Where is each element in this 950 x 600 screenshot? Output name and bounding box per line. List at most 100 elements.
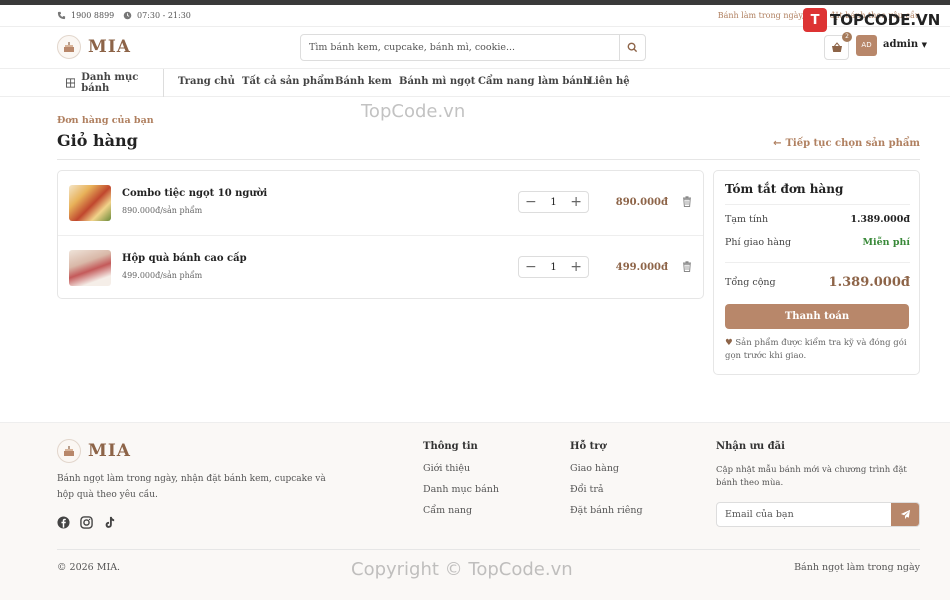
- newsletter-submit-button[interactable]: [891, 503, 919, 526]
- social-links: [57, 516, 116, 529]
- shipping-row: Phí giao hàng Miễn phí: [725, 237, 910, 248]
- summary-divider: [725, 204, 910, 205]
- search-box[interactable]: Tìm bánh kem, cupcake, bánh mì, cookie..…: [300, 34, 646, 61]
- newsletter-text: Cập nhật mẫu bánh mới và chương trình đặ…: [716, 465, 907, 488]
- paper-plane-icon: [900, 509, 910, 520]
- facebook-icon[interactable]: [57, 516, 70, 529]
- newsletter-email-input[interactable]: Email của bạn: [717, 503, 891, 526]
- copyright: © 2026 MIA.: [57, 562, 121, 573]
- decrease-quantity-button[interactable]: −: [525, 195, 537, 209]
- product-name[interactable]: Combo tiệc ngọt 10 người: [122, 188, 267, 199]
- footer-divider: [57, 549, 920, 550]
- remove-item-button[interactable]: [682, 261, 692, 275]
- newsletter-title: Nhận ưu đãi: [716, 441, 785, 452]
- footer-support-column: Hỗ trợ Giao hàng Đổi trả Đặt bánh riêng: [570, 441, 643, 525]
- nav-contact[interactable]: Liên hệ: [588, 76, 630, 87]
- quantity-value[interactable]: 1: [550, 197, 556, 208]
- continue-shopping-link[interactable]: ← Tiếp tục chọn sản phẩm: [773, 138, 920, 149]
- decrease-quantity-button[interactable]: −: [525, 260, 537, 274]
- quantity-stepper: − 1 +: [518, 256, 589, 278]
- total-label: Tổng cộng: [725, 277, 776, 288]
- search-icon: [627, 42, 638, 53]
- arrow-left-icon: ←: [773, 138, 782, 149]
- summary-title: Tóm tắt đơn hàng: [725, 182, 844, 196]
- trash-icon: [683, 261, 691, 272]
- heart-icon: ♥: [725, 338, 733, 348]
- site-header: MIA Tìm bánh kem, cupcake, bánh mì, cook…: [0, 27, 950, 69]
- breadcrumb: Đơn hàng của bạn: [57, 115, 154, 126]
- phone-info: 1900 8899: [57, 11, 114, 20]
- cart-list: Combo tiệc ngọt 10 người 890.000đ/sản ph…: [57, 170, 704, 299]
- cart-item: Hộp quà bánh cao cấp 499.000đ/sản phẩm −…: [58, 235, 703, 299]
- shipping-value: Miễn phí: [862, 237, 910, 248]
- page-title: Giỏ hàng: [57, 131, 138, 150]
- footer-tagline: Bánh ngọt làm trong ngày: [794, 562, 920, 573]
- phone-icon: [57, 11, 66, 20]
- continue-shopping-label: Tiếp tục chọn sản phẩm: [785, 138, 920, 149]
- remove-item-button[interactable]: [682, 196, 692, 210]
- nav-all-products[interactable]: Tất cả sản phẩm: [242, 76, 334, 87]
- search-button[interactable]: [619, 35, 645, 60]
- total-value: 1.389.000đ: [828, 275, 910, 290]
- cake-logo-icon: [57, 439, 81, 463]
- footer-link-delivery[interactable]: Giao hàng: [570, 462, 643, 475]
- footer-link-custom-order[interactable]: Đặt bánh riêng: [570, 504, 643, 517]
- total-row: Tổng cộng 1.389.000đ: [725, 275, 910, 290]
- user-avatar[interactable]: AD: [856, 35, 877, 56]
- grid-icon: [66, 78, 76, 88]
- packaging-note-text: Sản phẩm được kiểm tra kỹ và đóng gói gọ…: [725, 338, 907, 361]
- opening-hours: 07:30 - 21:30: [137, 11, 191, 20]
- footer-link-guide[interactable]: Cẩm nang: [423, 504, 499, 517]
- main-nav: Danh mục bánh Trang chủ Tất cả sản phẩm …: [0, 69, 950, 97]
- increase-quantity-button[interactable]: +: [570, 260, 582, 274]
- site-logo[interactable]: MIA: [57, 35, 131, 59]
- nav-cakes[interactable]: Bánh kem: [335, 76, 392, 87]
- nav-baking-guide[interactable]: Cẩm nang làm bánh: [478, 76, 590, 87]
- line-total: 890.000đ: [615, 197, 668, 208]
- nav-home[interactable]: Trang chủ: [178, 76, 235, 87]
- cart-button[interactable]: 2: [824, 32, 852, 60]
- footer-link-returns[interactable]: Đổi trả: [570, 483, 643, 496]
- caret-down-icon: ▼: [921, 40, 927, 49]
- summary-divider: [725, 262, 910, 263]
- product-image[interactable]: [69, 250, 111, 286]
- line-total: 499.000đ: [615, 262, 668, 273]
- title-divider: [57, 159, 920, 160]
- product-unit-price: 890.000đ/sản phẩm: [122, 206, 203, 215]
- brand-name: MIA: [88, 37, 131, 57]
- instagram-icon[interactable]: [80, 516, 93, 529]
- shipping-label: Phí giao hàng: [725, 237, 792, 248]
- nav-sweet-bread[interactable]: Bánh mì ngọt: [399, 76, 475, 87]
- increase-quantity-button[interactable]: +: [570, 195, 582, 209]
- order-summary: Tóm tắt đơn hàng Tạm tính 1.389.000đ Phí…: [713, 170, 920, 375]
- packaging-note: ♥ Sản phẩm được kiểm tra kỹ và đóng gói …: [725, 337, 910, 363]
- footer-info-title: Thông tin: [423, 441, 478, 452]
- watermark-bottom: Copyright © TopCode.vn: [351, 559, 573, 580]
- user-menu[interactable]: admin ▼: [883, 39, 927, 50]
- product-name[interactable]: Hộp quà bánh cao cấp: [122, 253, 247, 264]
- footer-support-title: Hỗ trợ: [570, 441, 607, 452]
- product-image[interactable]: [69, 185, 111, 221]
- checkout-button[interactable]: Thanh toán: [725, 304, 909, 329]
- subtotal-label: Tạm tính: [725, 214, 769, 225]
- subtotal-value: 1.389.000đ: [850, 214, 910, 225]
- subtotal-row: Tạm tính 1.389.000đ: [725, 214, 910, 225]
- cart-item: Combo tiệc ngọt 10 người 890.000đ/sản ph…: [58, 171, 703, 235]
- phone-number: 1900 8899: [71, 11, 115, 20]
- quantity-value[interactable]: 1: [550, 262, 556, 273]
- product-unit-price: 499.000đ/sản phẩm: [122, 271, 203, 280]
- basket-icon: [831, 42, 842, 52]
- user-name: admin: [883, 39, 919, 50]
- search-input[interactable]: Tìm bánh kem, cupcake, bánh mì, cookie..…: [301, 35, 619, 60]
- quantity-stepper: − 1 +: [518, 191, 589, 213]
- tiktok-icon[interactable]: [103, 516, 116, 529]
- footer-link-about[interactable]: Giới thiệu: [423, 462, 499, 475]
- category-menu-button[interactable]: Danh mục bánh: [57, 69, 164, 97]
- footer-logo[interactable]: MIA: [57, 439, 131, 463]
- clock-icon: [123, 11, 132, 20]
- footer-brand-name: MIA: [88, 441, 131, 461]
- cake-logo-icon: [57, 35, 81, 59]
- footer-link-categories[interactable]: Danh mục bánh: [423, 483, 499, 496]
- cart-count-badge: 2: [842, 32, 852, 42]
- category-menu-label: Danh mục bánh: [81, 72, 139, 94]
